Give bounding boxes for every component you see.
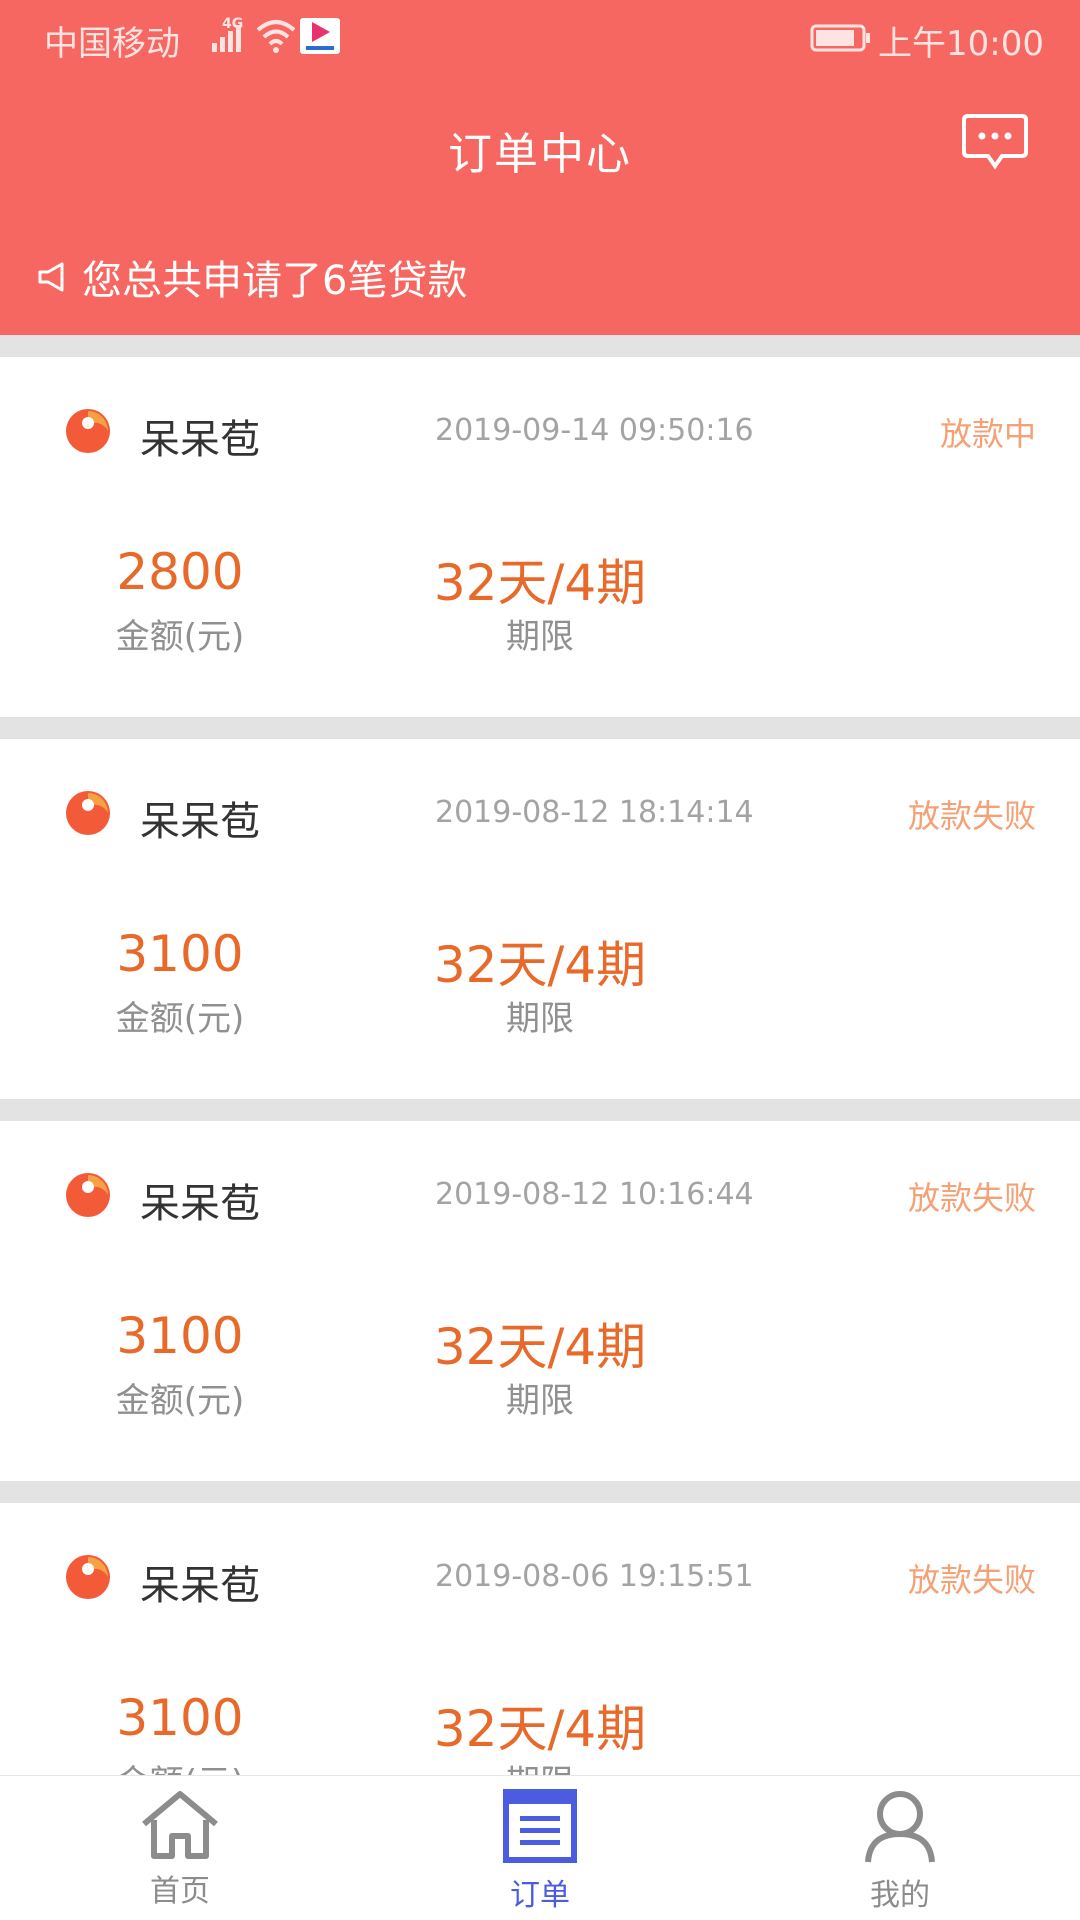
battery-icon bbox=[810, 22, 872, 62]
chat-bubble-icon[interactable] bbox=[962, 112, 1028, 176]
nav-home[interactable]: 首页 bbox=[80, 1788, 280, 1910]
status-bar: 中国移动 4G 上午10:00 bbox=[0, 0, 1080, 74]
bottom-nav: 首页 订单 我的 bbox=[0, 1775, 1080, 1920]
order-status: 放款失败 bbox=[907, 1179, 1036, 1217]
order-status: 放款中 bbox=[939, 415, 1036, 453]
brand-name: 呆呆苞 bbox=[140, 799, 260, 845]
order-card[interactable]: 呆呆苞 2019-08-12 18:14:14 放款失败 3100 金额(元) … bbox=[0, 739, 1080, 1099]
term-value: 32天/4期 bbox=[433, 936, 647, 994]
amount-label: 金额(元) bbox=[115, 617, 245, 657]
term-value: 32天/4期 bbox=[433, 1700, 647, 1758]
term-value: 32天/4期 bbox=[433, 554, 647, 612]
youku-app-icon bbox=[300, 18, 340, 54]
header: 中国移动 4G 上午10:00 订单中心 您总共申请了6笔贷款 bbox=[0, 0, 1080, 335]
term-label: 期限 bbox=[506, 999, 574, 1039]
order-time: 2019-08-12 10:16:44 bbox=[435, 1177, 754, 1212]
home-icon bbox=[80, 1788, 280, 1864]
wifi-icon bbox=[256, 18, 296, 63]
brand-name: 呆呆苞 bbox=[140, 1563, 260, 1609]
brand-logo-icon bbox=[64, 1553, 112, 1601]
signal-icon bbox=[210, 22, 244, 62]
brand-logo-icon bbox=[64, 789, 112, 837]
nav-orders-label: 订单 bbox=[510, 1878, 570, 1913]
order-status: 放款失败 bbox=[907, 1561, 1036, 1599]
term-value: 32天/4期 bbox=[433, 1318, 647, 1376]
nav-orders[interactable]: 订单 bbox=[440, 1788, 640, 1914]
brand-name: 呆呆苞 bbox=[140, 1181, 260, 1227]
order-card[interactable]: 呆呆苞 2019-08-06 19:15:51 放款失败 3100 金额(元) … bbox=[0, 1503, 1080, 1775]
term-label: 期限 bbox=[506, 617, 574, 657]
nav-mine[interactable]: 我的 bbox=[800, 1788, 1000, 1914]
amount-value: 3100 bbox=[116, 1689, 244, 1747]
speaker-icon bbox=[36, 260, 70, 294]
amount-label: 金额(元) bbox=[115, 1381, 245, 1421]
order-time: 2019-08-06 19:15:51 bbox=[435, 1559, 754, 1594]
loan-count-notice: 您总共申请了6笔贷款 bbox=[36, 252, 467, 304]
brand-logo-icon bbox=[64, 407, 112, 455]
brand-name: 呆呆苞 bbox=[140, 417, 260, 463]
amount-label: 金额(元) bbox=[80, 1755, 280, 1775]
page-title: 订单中心 bbox=[448, 129, 632, 180]
brand-logo-icon bbox=[64, 1171, 112, 1219]
amount-value: 3100 bbox=[116, 1307, 244, 1365]
user-icon bbox=[800, 1788, 1000, 1868]
order-time: 2019-08-12 18:14:14 bbox=[435, 795, 754, 830]
amount-value: 2800 bbox=[116, 543, 244, 601]
order-status: 放款失败 bbox=[907, 797, 1036, 835]
term-label: 期限 bbox=[506, 1381, 574, 1421]
amount-label: 金额(元) bbox=[115, 999, 245, 1039]
order-time: 2019-09-14 09:50:16 bbox=[435, 413, 754, 448]
term-label: 期限 bbox=[420, 1755, 660, 1775]
order-card[interactable]: 呆呆苞 2019-08-12 10:16:44 放款失败 3100 金额(元) … bbox=[0, 1121, 1080, 1481]
amount-value: 3100 bbox=[116, 925, 244, 983]
carrier-name: 中国移动 bbox=[44, 24, 180, 64]
notice-text: 您总共申请了6笔贷款 bbox=[82, 258, 468, 304]
nav-home-label: 首页 bbox=[150, 1874, 210, 1909]
order-card[interactable]: 呆呆苞 2019-09-14 09:50:16 放款中 2800 金额(元) 3… bbox=[0, 357, 1080, 717]
status-time: 上午10:00 bbox=[878, 24, 1044, 64]
order-list[interactable]: 呆呆苞 2019-09-14 09:50:16 放款中 2800 金额(元) 3… bbox=[0, 335, 1080, 1775]
orders-icon bbox=[440, 1788, 640, 1868]
nav-mine-label: 我的 bbox=[870, 1878, 930, 1913]
